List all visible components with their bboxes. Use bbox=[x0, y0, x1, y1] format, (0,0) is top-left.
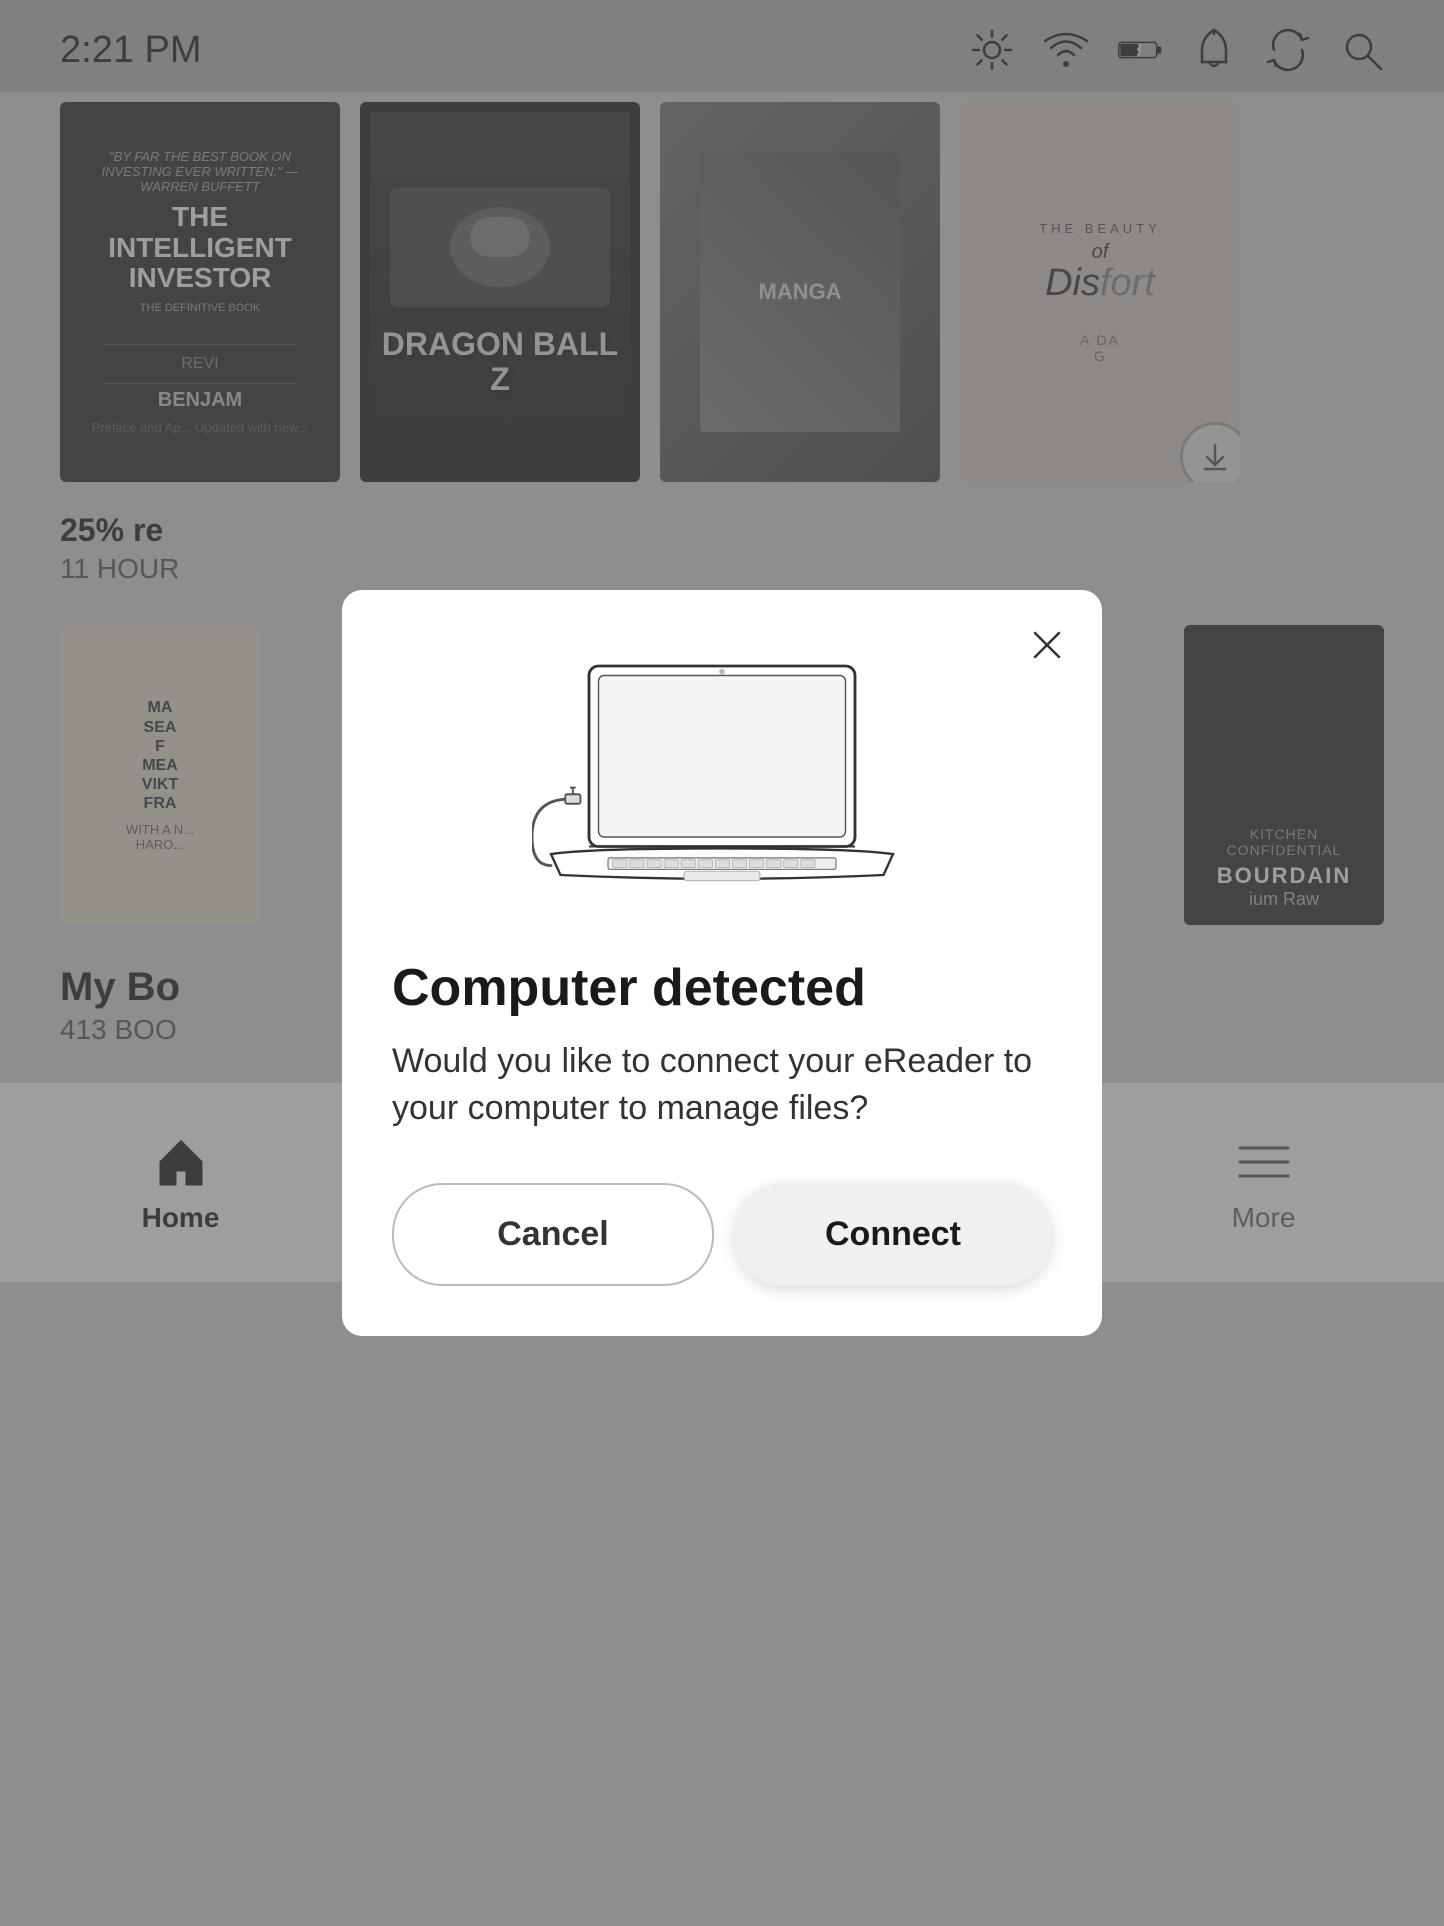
modal-overlay: Computer detected Would you like to conn… bbox=[0, 0, 1444, 1926]
modal-title: Computer detected bbox=[392, 960, 1052, 1017]
modal-buttons: Cancel Connect bbox=[392, 1183, 1052, 1286]
modal-description: Would you like to connect your eReader t… bbox=[392, 1038, 1052, 1133]
cancel-button[interactable]: Cancel bbox=[392, 1183, 714, 1286]
computer-detected-modal: Computer detected Would you like to conn… bbox=[342, 590, 1102, 1335]
connect-button[interactable]: Connect bbox=[734, 1183, 1052, 1286]
modal-close-button[interactable] bbox=[1022, 620, 1072, 670]
laptop-illustration bbox=[392, 640, 1052, 920]
